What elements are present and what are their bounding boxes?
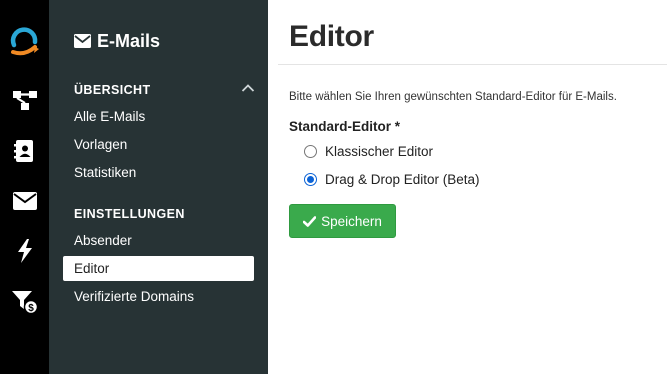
funnel-dollar-icon[interactable]: $: [0, 281, 49, 321]
sidebar: E-Mails ÜBERSICHT Alle E-Mails Vorlagen …: [49, 0, 268, 374]
section-heading-overview: ÜBERSICHT: [74, 83, 151, 97]
sidebar-item-editor-label: Editor: [74, 261, 110, 276]
editor-hint-text: Bitte wählen Sie Ihren gewünschten Stand…: [289, 91, 617, 103]
sidebar-item-statistics[interactable]: Statistiken: [74, 165, 136, 180]
svg-text:$: $: [28, 303, 34, 314]
sidebar-title-text: E-Mails: [97, 30, 161, 51]
envelope-icon: [74, 34, 91, 48]
option-drag-drop-editor[interactable]: Drag & Drop Editor (Beta): [304, 172, 480, 187]
sidebar-title: E-Mails: [74, 29, 160, 53]
save-button-label: Speichern: [321, 213, 382, 229]
classic-editor-label[interactable]: Klassischer Editor: [325, 144, 433, 159]
sidebar-item-all-emails[interactable]: Alle E-Mails: [74, 109, 145, 124]
sidebar-item-sender[interactable]: Absender: [74, 233, 132, 248]
classic-editor-radio[interactable]: [304, 145, 317, 158]
drag-drop-editor-label[interactable]: Drag & Drop Editor (Beta): [325, 172, 480, 187]
page-title: Editor: [289, 20, 374, 53]
standard-editor-label: Standard-Editor *: [289, 119, 401, 134]
sidebar-item-verified-domains[interactable]: Verifizierte Domains: [74, 289, 194, 304]
contacts-icon[interactable]: [0, 131, 49, 171]
section-heading-settings: EINSTELLUNGEN: [74, 207, 185, 221]
envelope-icon[interactable]: [0, 181, 49, 221]
sidebar-item-editor[interactable]: Editor: [63, 256, 254, 281]
main-content: Editor Bitte wählen Sie Ihren gewünschte…: [268, 0, 667, 374]
icon-rail: $: [0, 0, 49, 374]
lightning-icon[interactable]: [0, 231, 49, 271]
drag-drop-editor-radio[interactable]: [304, 173, 317, 186]
checkmark-icon: [303, 215, 317, 227]
chevron-up-icon[interactable]: [241, 83, 255, 93]
app-logo-icon[interactable]: [0, 22, 49, 62]
save-button[interactable]: Speichern: [289, 204, 396, 238]
option-classic-editor[interactable]: Klassischer Editor: [304, 144, 433, 159]
title-divider: [278, 64, 667, 65]
sidebar-item-templates[interactable]: Vorlagen: [74, 137, 127, 152]
flow-chart-icon[interactable]: [0, 80, 49, 120]
